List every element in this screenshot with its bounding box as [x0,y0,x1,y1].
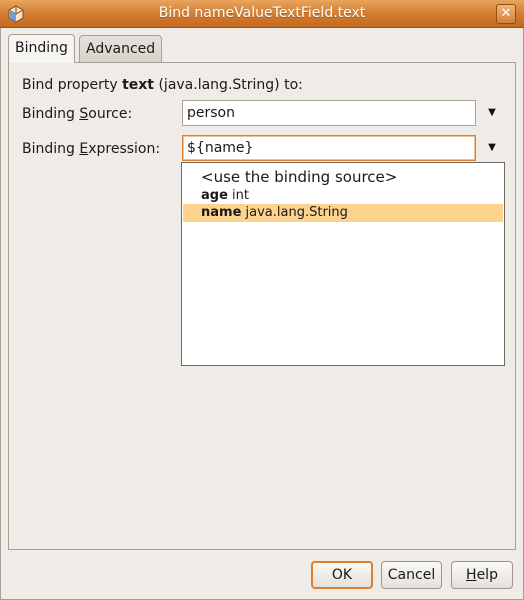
binding-source-label: Binding Source: [22,106,132,122]
chevron-down-icon[interactable]: ▼ [485,141,499,155]
close-icon: ✕ [500,6,512,21]
expression-label-prefix: Binding [22,141,80,157]
intro-suffix: (java.lang.String) to: [154,77,303,93]
tab-binding[interactable]: Binding [8,34,75,63]
source-label-rest: ource: [88,106,133,122]
binding-expression-field[interactable]: ${name} [182,135,476,161]
window-title: Bind nameValueTextField.text [158,5,366,21]
list-item-binding-source[interactable]: <use the binding source> [183,167,503,187]
list-item-type: int [227,188,249,203]
expression-label-rest: xpression: [88,141,161,157]
help-button[interactable]: Help [451,561,513,589]
list-item-text: <use the binding source> [201,168,398,186]
title-bar: Bind nameValueTextField.text ✕ [0,0,524,28]
list-item-type: java.lang.String [241,205,348,220]
property-name: text [122,77,155,93]
list-item-name: name [201,205,242,220]
binding-expression-label: Binding Expression: [22,141,160,157]
list-item-name-selected[interactable]: name java.lang.String [183,204,503,222]
expression-dropdown-list: <use the binding source> age int name ja… [181,162,505,366]
help-label-rest: elp [476,567,498,583]
intro-prefix: Bind property [22,77,123,93]
binding-source-field[interactable]: person [182,100,476,126]
ok-button[interactable]: OK [311,561,373,589]
chevron-down-icon[interactable]: ▼ [485,106,499,120]
source-label-mnemonic: S [79,106,89,122]
help-mnemonic: H [466,567,477,583]
close-button[interactable]: ✕ [496,4,516,24]
list-item-age[interactable]: age int [183,187,503,205]
list-item-name: age [201,188,228,203]
source-label-prefix: Binding [22,106,80,122]
tab-advanced[interactable]: Advanced [79,35,163,62]
bind-property-intro: Bind property text (java.lang.String) to… [22,77,303,93]
cancel-button[interactable]: Cancel [381,561,442,589]
expression-label-mnemonic: E [79,141,89,157]
